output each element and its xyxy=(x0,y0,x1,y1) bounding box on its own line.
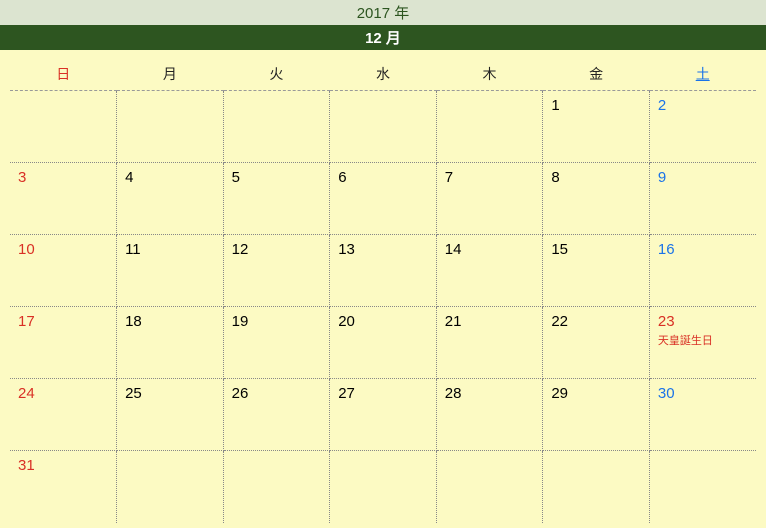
month-header: 12 月 xyxy=(0,25,766,50)
weekday-fri: 金 xyxy=(543,60,650,91)
day-cell[interactable] xyxy=(117,91,224,163)
calendar-grid: 日 月 火 水 木 金 土 1 2 3 4 5 6 7 8 9 1 xyxy=(0,50,766,523)
day-cell[interactable]: 10 xyxy=(10,235,117,307)
day-cell[interactable]: 27 xyxy=(330,379,437,451)
day-cell[interactable]: 28 xyxy=(436,379,543,451)
day-cell[interactable]: 22 xyxy=(543,307,650,379)
day-cell[interactable]: 5 xyxy=(223,163,330,235)
calendar-row: 1 2 xyxy=(10,91,756,163)
day-cell[interactable]: 19 xyxy=(223,307,330,379)
calendar-row: 24 25 26 27 28 29 30 xyxy=(10,379,756,451)
day-cell[interactable] xyxy=(117,451,224,523)
weekday-row: 日 月 火 水 木 金 土 xyxy=(10,60,756,91)
day-cell[interactable]: 24 xyxy=(10,379,117,451)
weekday-thu: 木 xyxy=(436,60,543,91)
day-cell[interactable]: 8 xyxy=(543,163,650,235)
day-cell[interactable]: 31 xyxy=(10,451,117,523)
day-cell[interactable] xyxy=(543,451,650,523)
day-cell[interactable]: 3 xyxy=(10,163,117,235)
day-cell[interactable]: 26 xyxy=(223,379,330,451)
year-header: 2017 年 xyxy=(0,0,766,25)
day-cell[interactable]: 15 xyxy=(543,235,650,307)
day-cell[interactable] xyxy=(330,91,437,163)
day-cell[interactable]: 6 xyxy=(330,163,437,235)
day-cell[interactable]: 14 xyxy=(436,235,543,307)
calendar-row: 17 18 19 20 21 22 23 天皇誕生日 xyxy=(10,307,756,379)
day-cell[interactable]: 20 xyxy=(330,307,437,379)
weekday-tue: 火 xyxy=(223,60,330,91)
day-cell[interactable]: 4 xyxy=(117,163,224,235)
weekday-sat[interactable]: 土 xyxy=(649,60,756,91)
day-cell[interactable]: 7 xyxy=(436,163,543,235)
weekday-wed: 水 xyxy=(330,60,437,91)
day-cell[interactable] xyxy=(10,91,117,163)
calendar-row: 3 4 5 6 7 8 9 xyxy=(10,163,756,235)
calendar-row: 10 11 12 13 14 15 16 xyxy=(10,235,756,307)
day-cell[interactable]: 12 xyxy=(223,235,330,307)
day-cell[interactable]: 11 xyxy=(117,235,224,307)
day-cell-holiday[interactable]: 23 天皇誕生日 xyxy=(649,307,756,379)
day-cell[interactable] xyxy=(436,91,543,163)
calendar-table: 日 月 火 水 木 金 土 1 2 3 4 5 6 7 8 9 1 xyxy=(10,60,756,523)
day-cell[interactable]: 16 xyxy=(649,235,756,307)
day-cell[interactable]: 17 xyxy=(10,307,117,379)
day-number: 23 xyxy=(658,313,675,330)
weekday-sun: 日 xyxy=(10,60,117,91)
day-cell[interactable]: 1 xyxy=(543,91,650,163)
day-cell[interactable]: 25 xyxy=(117,379,224,451)
weekday-mon: 月 xyxy=(117,60,224,91)
day-cell[interactable]: 13 xyxy=(330,235,437,307)
day-cell[interactable] xyxy=(330,451,437,523)
day-cell[interactable]: 30 xyxy=(649,379,756,451)
day-cell[interactable]: 21 xyxy=(436,307,543,379)
day-cell[interactable]: 29 xyxy=(543,379,650,451)
day-cell[interactable] xyxy=(223,91,330,163)
day-cell[interactable]: 2 xyxy=(649,91,756,163)
holiday-label: 天皇誕生日 xyxy=(658,332,756,348)
day-cell[interactable] xyxy=(649,451,756,523)
day-cell[interactable]: 9 xyxy=(649,163,756,235)
day-cell[interactable] xyxy=(436,451,543,523)
calendar-row: 31 xyxy=(10,451,756,523)
day-cell[interactable] xyxy=(223,451,330,523)
day-cell[interactable]: 18 xyxy=(117,307,224,379)
